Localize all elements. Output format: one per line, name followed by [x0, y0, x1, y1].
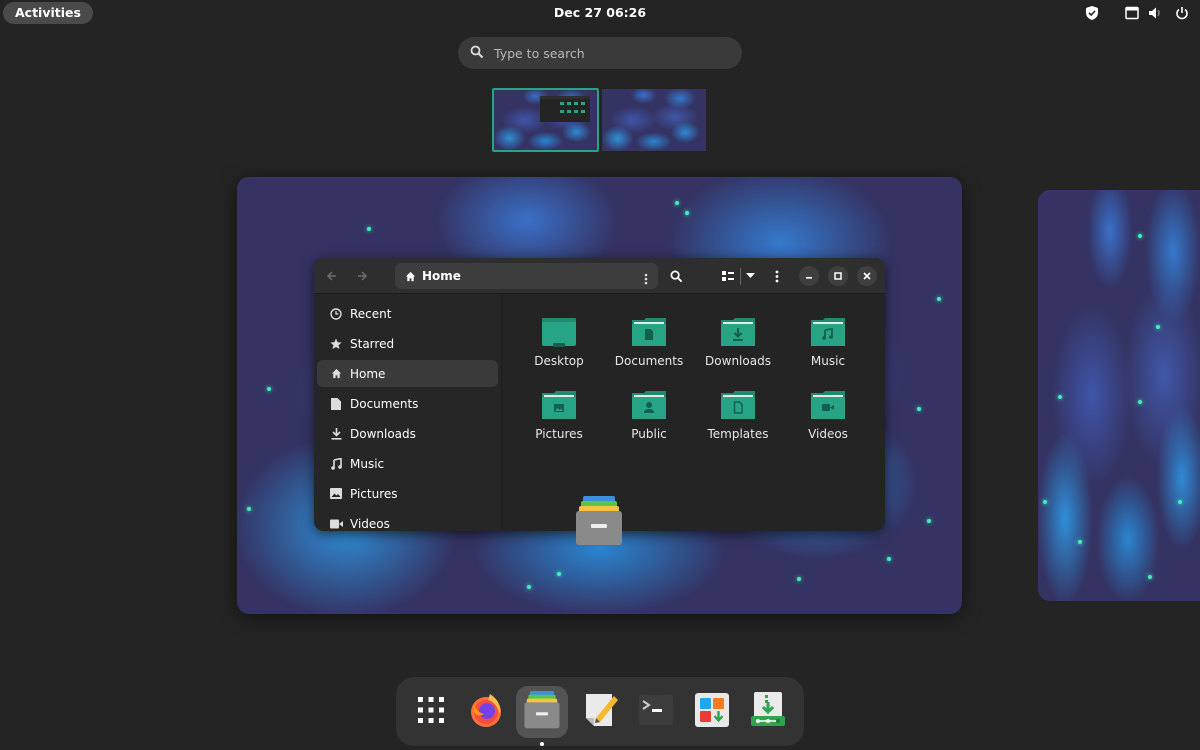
- sidebar-item-videos[interactable]: Videos: [317, 510, 498, 531]
- running-indicator: [540, 742, 544, 746]
- files-icon: [524, 691, 560, 733]
- dock-files[interactable]: [516, 686, 568, 746]
- sidebar-item-label: Home: [350, 366, 386, 381]
- volume-icon[interactable]: [1148, 5, 1162, 21]
- video-icon: [329, 517, 343, 531]
- sidebar-item-label: Recent: [350, 306, 392, 321]
- folder-templates[interactable]: Templates: [698, 391, 778, 441]
- music-icon: [329, 457, 343, 471]
- folder-label: Documents: [614, 354, 684, 368]
- window-thumbnail: [540, 96, 590, 122]
- home-icon: [329, 367, 343, 381]
- star-icon: [329, 337, 343, 351]
- shield-check-icon[interactable]: [1085, 5, 1099, 21]
- dock-terminal[interactable]: [630, 686, 682, 738]
- extension-manager-icon: [751, 692, 785, 732]
- screen-share-icon[interactable]: [1125, 5, 1139, 21]
- minimize-button[interactable]: [799, 266, 819, 286]
- folder-pictures-icon: [542, 391, 576, 421]
- sidebar-item-label: Videos: [350, 516, 390, 531]
- path-menu-icon[interactable]: [644, 270, 648, 289]
- sidebar-item-downloads[interactable]: Downloads: [317, 420, 498, 447]
- show-apps-button[interactable]: [405, 686, 457, 738]
- top-bar: Activities Dec 27 06:26: [0, 0, 1200, 26]
- folder-label: Downloads: [705, 354, 771, 368]
- folder-label: Templates: [707, 427, 769, 441]
- sidebar-item-label: Starred: [350, 336, 395, 351]
- sidebar-item-label: Documents: [350, 396, 419, 411]
- folder-templates-icon: [721, 391, 755, 421]
- sidebar-item-music[interactable]: Music: [317, 450, 498, 477]
- path-label: Home: [422, 269, 461, 283]
- sidebar-item-starred[interactable]: Starred: [317, 330, 498, 357]
- folder-desktop-icon: [542, 318, 576, 348]
- grid-icon: [418, 697, 444, 727]
- close-button[interactable]: [857, 266, 877, 286]
- search-icon: [470, 44, 484, 63]
- workspace-thumbnail-2[interactable]: [602, 89, 706, 151]
- clock-icon: [329, 307, 343, 321]
- sidebar-item-label: Pictures: [350, 486, 398, 501]
- search-input[interactable]: Type to search: [458, 37, 742, 69]
- firefox-icon: [468, 692, 504, 732]
- folder-label: Public: [631, 427, 667, 441]
- sidebar-item-documents[interactable]: Documents: [317, 390, 498, 417]
- main-menu-button[interactable]: [767, 266, 787, 286]
- folder-downloads[interactable]: Downloads: [698, 318, 778, 368]
- forward-button[interactable]: [352, 266, 372, 286]
- folder-pictures[interactable]: Pictures: [519, 391, 599, 441]
- dock-text-editor[interactable]: [576, 686, 628, 738]
- view-dropdown-button[interactable]: [740, 266, 760, 286]
- folder-documents-icon: [632, 318, 666, 348]
- search-placeholder: Type to search: [494, 45, 585, 61]
- dock-firefox[interactable]: [460, 686, 512, 738]
- folder-label: Pictures: [535, 427, 583, 441]
- folder-label: Videos: [808, 427, 848, 441]
- dock: [396, 677, 804, 746]
- folder-public-icon: [632, 391, 666, 421]
- folder-music-icon: [811, 318, 845, 348]
- download-icon: [329, 427, 343, 441]
- image-icon: [329, 487, 343, 501]
- activities-button[interactable]: Activities: [3, 2, 93, 24]
- folder-downloads-icon: [721, 318, 755, 348]
- sidebar-item-pictures[interactable]: Pictures: [317, 480, 498, 507]
- sidebar-item-home[interactable]: Home: [317, 360, 498, 387]
- home-icon: [405, 267, 416, 286]
- files-window[interactable]: Home Recent Starred Home Documents Downl…: [314, 258, 885, 531]
- files-app-window-icon: [576, 496, 622, 546]
- workspace-thumbnail-1[interactable]: [492, 88, 599, 152]
- terminal-icon: [639, 695, 673, 729]
- workspace-preview-2[interactable]: [1038, 190, 1200, 601]
- folder-label: Desktop: [534, 354, 584, 368]
- dock-extension-manager[interactable]: [742, 686, 794, 738]
- document-icon: [329, 397, 343, 411]
- text-editor-icon: [584, 692, 620, 732]
- dock-software[interactable]: [686, 686, 738, 738]
- software-icon: [695, 693, 729, 731]
- view-list-button[interactable]: [718, 266, 738, 286]
- folder-documents[interactable]: Documents: [609, 318, 689, 368]
- folder-public[interactable]: Public: [609, 391, 689, 441]
- power-icon[interactable]: [1175, 5, 1189, 21]
- folder-videos-icon: [811, 391, 845, 421]
- path-bar[interactable]: Home: [395, 263, 658, 289]
- folder-desktop[interactable]: Desktop: [519, 318, 599, 368]
- sidebar: Recent Starred Home Documents Downloads …: [314, 294, 502, 531]
- sidebar-item-recent[interactable]: Recent: [317, 300, 498, 327]
- back-button[interactable]: [322, 266, 342, 286]
- header-bar: Home: [314, 258, 885, 294]
- folder-label: Music: [810, 354, 846, 368]
- clock[interactable]: Dec 27 06:26: [0, 5, 1200, 20]
- folder-music[interactable]: Music: [788, 318, 868, 368]
- maximize-button[interactable]: [828, 266, 848, 286]
- search-button[interactable]: [666, 266, 686, 286]
- sidebar-item-label: Music: [350, 456, 385, 471]
- sidebar-item-label: Downloads: [350, 426, 416, 441]
- folder-videos[interactable]: Videos: [788, 391, 868, 441]
